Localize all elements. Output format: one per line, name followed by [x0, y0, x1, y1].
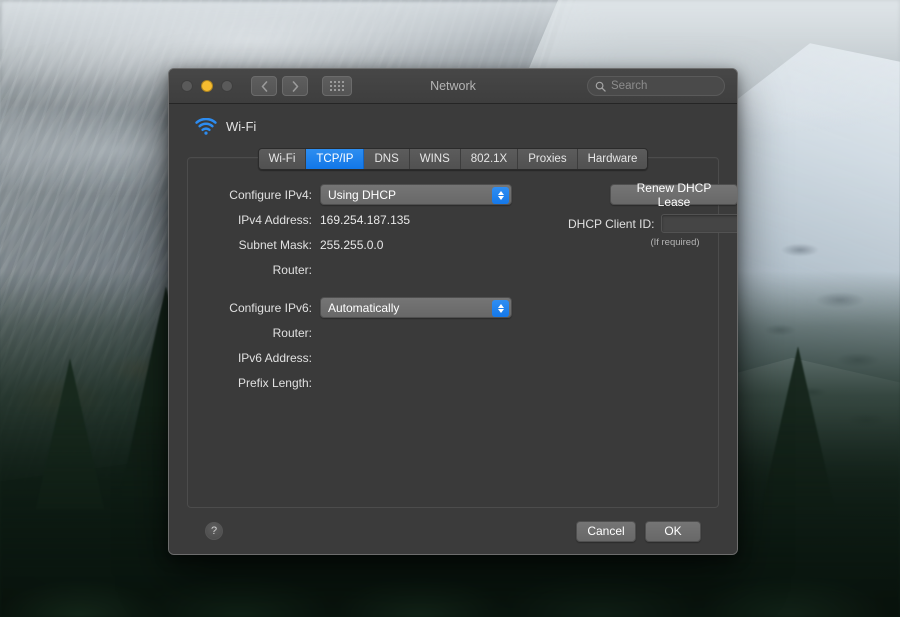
close-window-button[interactable]: [181, 80, 193, 92]
configure-ipv6-row: Configure IPv6: Automatically: [188, 295, 718, 320]
footer-actions: Cancel OK: [576, 520, 701, 542]
tab-hardware[interactable]: Hardware: [577, 149, 648, 169]
search-input[interactable]: [611, 80, 717, 92]
ipv4-router-row: Router:: [188, 257, 718, 282]
cancel-button[interactable]: Cancel: [576, 520, 636, 542]
minimize-window-button[interactable]: [201, 80, 213, 92]
help-button[interactable]: ?: [205, 522, 223, 540]
ipv4-address-value: 169.254.187.135: [320, 212, 411, 227]
back-button[interactable]: [251, 76, 277, 96]
ipv6-router-label: Router:: [272, 325, 312, 340]
chevron-left-icon: [261, 80, 267, 92]
tcpip-panel: Configure IPv4: Using DHCP IPv4 Address:…: [187, 157, 737, 508]
tab-dns[interactable]: DNS: [364, 149, 410, 169]
search-field[interactable]: [587, 76, 725, 96]
window-titlebar: Network: [169, 69, 737, 104]
prefix-length-label: Prefix Length:: [237, 375, 312, 390]
dhcp-client-id-label: DHCP Client ID:: [568, 216, 655, 231]
forward-button[interactable]: [282, 76, 308, 96]
ipv6-address-row: IPv6 Address:: [188, 345, 718, 370]
ok-button[interactable]: OK: [645, 520, 701, 542]
tcpip-form: Configure IPv4: Using DHCP IPv4 Address:…: [188, 158, 737, 395]
network-preferences-window: Network Wi-Fi: [168, 68, 738, 555]
chevron-updown-icon: [492, 186, 509, 204]
navigation-buttons: [251, 76, 308, 96]
tab-8021x[interactable]: 802.1X: [460, 149, 519, 169]
desktop: Network Wi-Fi: [0, 0, 900, 617]
configure-ipv4-select[interactable]: Using DHCP: [320, 184, 512, 205]
search-icon: [595, 81, 606, 92]
service-name: Wi-Fi: [226, 118, 257, 134]
grid-icon: [330, 81, 344, 91]
show-all-button[interactable]: [322, 76, 352, 96]
wifi-icon: [195, 117, 217, 135]
tab-group: Wi-Fi TCP/IP DNS WINS 802.1X Proxies Har…: [257, 148, 649, 170]
ipv4-router-label: Router:: [272, 262, 312, 277]
chevron-updown-icon: [492, 299, 509, 317]
traffic-lights: [181, 80, 233, 92]
tab-tcpip[interactable]: TCP/IP: [306, 149, 365, 169]
configure-ipv6-label: Configure IPv6:: [229, 300, 312, 315]
tab-wifi[interactable]: Wi-Fi: [258, 149, 307, 169]
dhcp-client-id-input[interactable]: [661, 214, 737, 233]
configure-ipv6-select[interactable]: Automatically: [320, 297, 512, 318]
tab-wins[interactable]: WINS: [409, 149, 461, 169]
renew-lease-row: Renew DHCP Lease: [568, 181, 737, 209]
zoom-window-button[interactable]: [221, 80, 233, 92]
prefix-length-row: Prefix Length:: [188, 370, 718, 395]
dhcp-client-id-row: DHCP Client ID:: [568, 214, 737, 233]
chevron-right-icon: [292, 80, 298, 92]
dhcp-client-id-hint: (If required): [650, 237, 700, 248]
ipv6-router-row: Router:: [188, 320, 718, 345]
configure-ipv6-value: Automatically: [328, 300, 400, 315]
dhcp-controls: Renew DHCP Lease DHCP Client ID: (If req…: [568, 181, 737, 248]
configure-ipv4-value: Using DHCP: [328, 187, 397, 202]
ipv4-address-label: IPv4 Address:: [237, 212, 312, 227]
ipv6-address-label: IPv6 Address:: [237, 350, 312, 365]
window-footer: ? Cancel OK: [187, 508, 719, 554]
renew-dhcp-lease-button[interactable]: Renew DHCP Lease: [610, 181, 737, 209]
service-header: Wi-Fi: [187, 104, 719, 148]
subnet-mask-value: 255.255.0.0: [320, 237, 384, 252]
tab-proxies[interactable]: Proxies: [518, 149, 578, 169]
window-body: Wi-Fi Wi-Fi TCP/IP DNS WINS 802.1X Proxi…: [169, 104, 737, 554]
subnet-mask-label: Subnet Mask:: [238, 237, 312, 252]
configure-ipv4-label: Configure IPv4:: [229, 187, 312, 202]
